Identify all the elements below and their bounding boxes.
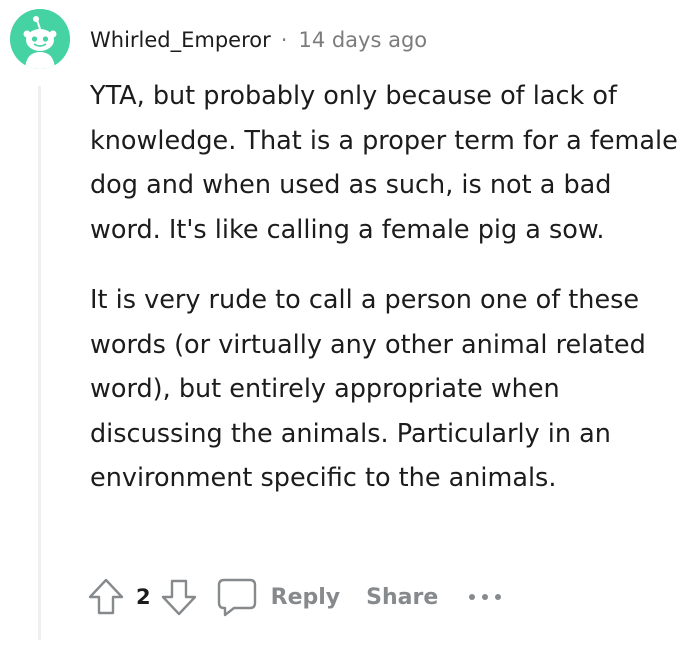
arrow-down-icon [161, 579, 196, 616]
thread-line[interactable] [38, 86, 41, 640]
upvote-button[interactable] [86, 577, 126, 617]
username-link[interactable]: Whirled_Emperor [90, 28, 271, 52]
comment: Whirled_Emperor · 14 days ago YTA, but p… [0, 0, 700, 664]
comment-actions: 2 Reply Share [86, 572, 502, 622]
speech-bubble-icon [217, 578, 256, 617]
ellipsis-icon [469, 594, 502, 600]
reply-button[interactable]: Reply [215, 576, 341, 618]
comment-paragraph-2: It is very rude to call a person one of … [90, 285, 646, 493]
avatar[interactable] [10, 9, 70, 69]
meta-separator: · [280, 28, 288, 52]
reply-label: Reply [270, 584, 341, 610]
timestamp[interactable]: 14 days ago [298, 28, 427, 52]
comment-body: YTA, but probably only because of lack o… [90, 74, 690, 501]
more-options-button[interactable] [468, 587, 502, 607]
arrow-up-icon [88, 578, 124, 615]
comment-meta: Whirled_Emperor · 14 days ago [90, 24, 427, 56]
vote-count: 2 [136, 585, 151, 609]
share-button[interactable]: Share [366, 585, 438, 610]
comment-paragraph-1: YTA, but probably only because of lack o… [90, 81, 678, 245]
downvote-button[interactable] [159, 577, 199, 617]
snoo-avatar-icon [10, 9, 70, 69]
